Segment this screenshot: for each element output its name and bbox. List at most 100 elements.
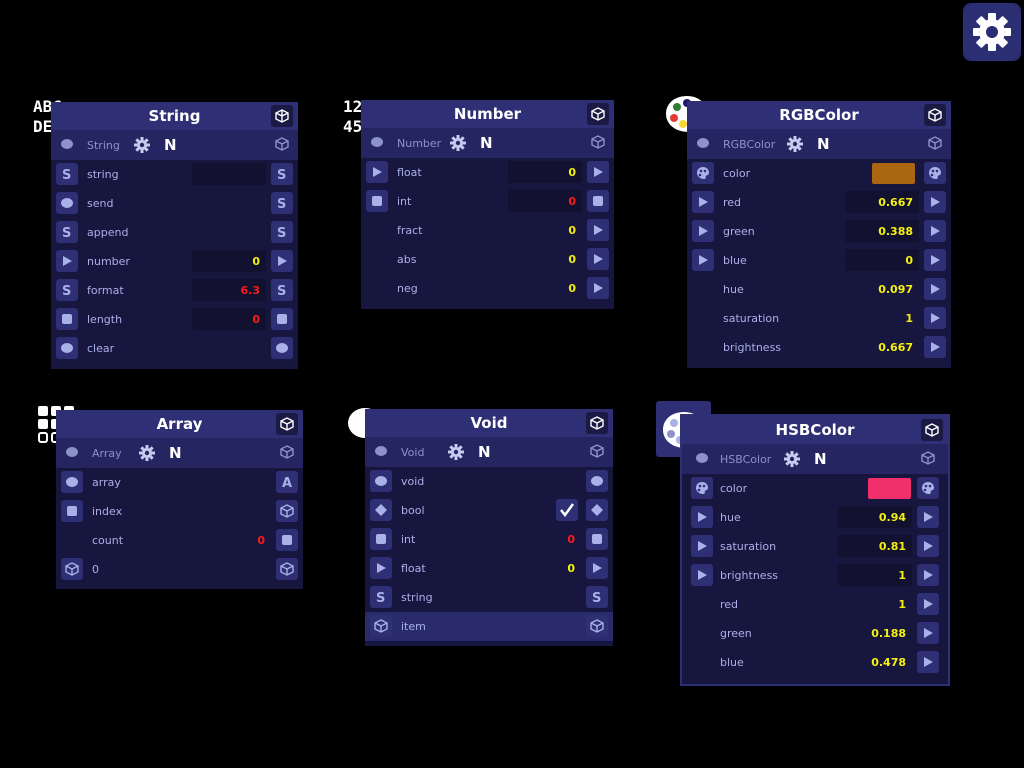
cube-icon[interactable]	[276, 558, 298, 580]
value-field[interactable]: 0	[845, 249, 919, 271]
play-icon[interactable]	[691, 564, 713, 586]
value-field[interactable]: 0	[508, 161, 582, 183]
play-icon[interactable]	[917, 593, 939, 615]
diamond-icon[interactable]	[370, 499, 392, 521]
n-toggle[interactable]: N	[814, 450, 827, 468]
play-icon[interactable]	[917, 535, 939, 557]
play-icon[interactable]	[924, 307, 946, 329]
n-toggle[interactable]: N	[169, 444, 182, 462]
palette-icon[interactable]	[917, 477, 939, 499]
play-icon[interactable]	[691, 535, 713, 557]
play-icon[interactable]	[917, 651, 939, 673]
rgbcolor-node[interactable]: RGBColor RGBColor N color red 0.667 gree…	[687, 101, 951, 368]
play-icon[interactable]	[366, 161, 388, 183]
hsbcolor-node[interactable]: HSBColor HSBColor N color hue 0.94 satur…	[680, 414, 950, 686]
node-title[interactable]: HSBColor	[682, 416, 948, 444]
square-icon[interactable]	[56, 308, 78, 330]
node-title[interactable]: String	[51, 102, 298, 130]
s-icon[interactable]: S	[370, 586, 392, 608]
play-icon[interactable]	[924, 336, 946, 358]
node-title[interactable]: Array	[56, 410, 303, 438]
n-toggle[interactable]: N	[478, 443, 491, 461]
n-toggle[interactable]: N	[480, 134, 493, 152]
s-icon[interactable]: S	[271, 192, 293, 214]
play-icon[interactable]	[692, 249, 714, 271]
play-icon[interactable]	[692, 220, 714, 242]
square-icon[interactable]	[271, 308, 293, 330]
node-title[interactable]: Void	[365, 409, 613, 437]
gear-icon[interactable]	[787, 136, 803, 152]
a-icon[interactable]: A	[276, 471, 298, 493]
cube-icon[interactable]	[276, 500, 298, 522]
gear-icon[interactable]	[134, 137, 150, 153]
value-field[interactable]	[192, 163, 266, 185]
bool-checkbox[interactable]	[556, 499, 578, 521]
play-icon[interactable]	[691, 506, 713, 528]
value-field[interactable]: 1	[838, 564, 912, 586]
play-icon[interactable]	[924, 191, 946, 213]
value-field[interactable]: 6.3	[192, 279, 266, 301]
void-node[interactable]: Void Void N void bool int 0 float 0 S st…	[365, 409, 613, 646]
dot-icon[interactable]	[692, 132, 714, 154]
cube-icon[interactable]	[586, 440, 608, 462]
play-icon[interactable]	[587, 161, 609, 183]
cube-icon[interactable]	[586, 615, 608, 637]
dot-icon[interactable]	[370, 440, 392, 462]
play-icon[interactable]	[917, 622, 939, 644]
play-icon[interactable]	[587, 277, 609, 299]
play-icon[interactable]	[56, 250, 78, 272]
square-icon[interactable]	[366, 190, 388, 212]
cube-icon[interactable]	[276, 441, 298, 463]
cube-icon[interactable]	[587, 131, 609, 153]
value-field[interactable]: 0	[192, 250, 266, 272]
number-node[interactable]: Number Number N float 0 int 0 fract 0 ab…	[361, 100, 614, 309]
cube-icon[interactable]	[924, 104, 946, 126]
string-node[interactable]: String String N S string S send S S appe…	[51, 102, 298, 369]
node-title[interactable]: RGBColor	[687, 101, 951, 129]
dot-icon[interactable]	[691, 447, 713, 469]
s-icon[interactable]: S	[56, 221, 78, 243]
cube-icon[interactable]	[917, 447, 939, 469]
dot-icon[interactable]	[56, 337, 78, 359]
value-field[interactable]: 0.667	[845, 191, 919, 213]
s-icon[interactable]: S	[56, 279, 78, 301]
dot-icon[interactable]	[56, 133, 78, 155]
play-icon[interactable]	[370, 557, 392, 579]
play-icon[interactable]	[917, 506, 939, 528]
cube-icon[interactable]	[921, 419, 943, 441]
cube-icon[interactable]	[587, 103, 609, 125]
gear-icon[interactable]	[450, 135, 466, 151]
s-icon[interactable]: S	[271, 279, 293, 301]
play-icon[interactable]	[586, 557, 608, 579]
square-icon[interactable]	[586, 528, 608, 550]
value-field[interactable]: 0.81	[838, 535, 912, 557]
array-node[interactable]: Array Array N array A index count 0 0	[56, 410, 303, 589]
node-title[interactable]: Number	[361, 100, 614, 128]
s-icon[interactable]: S	[56, 163, 78, 185]
palette-icon[interactable]	[692, 162, 714, 184]
dot-icon[interactable]	[586, 470, 608, 492]
color-swatch[interactable]	[868, 478, 911, 499]
cube-icon[interactable]	[271, 105, 293, 127]
cube-icon[interactable]	[586, 412, 608, 434]
dot-icon[interactable]	[366, 131, 388, 153]
s-icon[interactable]: S	[586, 586, 608, 608]
play-icon[interactable]	[924, 249, 946, 271]
gear-icon[interactable]	[784, 451, 800, 467]
play-icon[interactable]	[917, 564, 939, 586]
diamond-icon[interactable]	[586, 499, 608, 521]
play-icon[interactable]	[587, 248, 609, 270]
gear-icon[interactable]	[448, 444, 464, 460]
square-icon[interactable]	[276, 529, 298, 551]
dot-icon[interactable]	[61, 471, 83, 493]
value-field[interactable]: 0	[192, 308, 266, 330]
dot-icon[interactable]	[370, 470, 392, 492]
play-icon[interactable]	[924, 278, 946, 300]
palette-icon[interactable]	[924, 162, 946, 184]
n-toggle[interactable]: N	[817, 135, 830, 153]
s-icon[interactable]: S	[271, 163, 293, 185]
square-icon[interactable]	[61, 500, 83, 522]
value-field[interactable]: 0.94	[838, 506, 912, 528]
gear-icon[interactable]	[139, 445, 155, 461]
dot-icon[interactable]	[271, 337, 293, 359]
